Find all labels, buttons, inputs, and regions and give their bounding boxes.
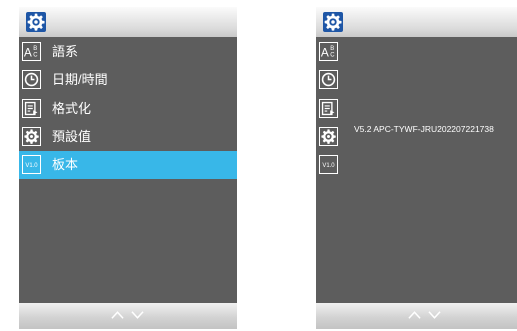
format-icon: [319, 99, 338, 118]
chevron-up-icon[interactable]: [408, 310, 421, 320]
chevron-down-icon[interactable]: [131, 310, 144, 320]
menu-item-version[interactable]: V1.0 板本: [19, 151, 237, 179]
svg-text:C: C: [33, 53, 38, 59]
gear-icon: [319, 127, 338, 146]
format-icon: [22, 99, 41, 118]
menu-item-datetime[interactable]: 日期/時間: [19, 66, 237, 94]
title-bar: [316, 7, 517, 37]
language-icon: ABC: [22, 42, 41, 61]
menu-item-label: 格式化: [52, 101, 92, 116]
svg-text:A: A: [321, 46, 329, 60]
menu-item-format[interactable]: 格式化: [19, 95, 237, 123]
menu-item-language[interactable]: ABC: [316, 38, 517, 66]
settings-screen-right: ABC V1.0 V5.2 APC-TYWF-JRU202207221738: [316, 7, 517, 329]
svg-text:A: A: [24, 46, 32, 60]
menu-item-label: 預設值: [52, 129, 92, 144]
menu-item-defaults[interactable]: 預設值: [19, 123, 237, 151]
svg-text:C: C: [330, 53, 335, 59]
menu-item-language[interactable]: ABC 語系: [19, 38, 237, 66]
version-icon-text: V1.0: [322, 163, 335, 169]
gear-icon: [22, 127, 41, 146]
bottom-nav-bar: [19, 303, 237, 329]
version-icon: V1.0: [22, 155, 41, 174]
svg-text:B: B: [33, 46, 37, 52]
version-icon-text: V1.0: [25, 163, 38, 169]
menu-item-version[interactable]: V1.0: [316, 151, 517, 179]
gear-icon[interactable]: [26, 12, 46, 32]
menu-item-label: 日期/時間: [52, 72, 108, 87]
clock-icon: [22, 70, 41, 89]
gear-icon[interactable]: [323, 12, 343, 32]
clock-icon: [319, 70, 338, 89]
menu-item-label: 語系: [52, 44, 79, 59]
settings-screen-left: ABC 語系 日期/時間 格式化 預設值 V1.0 板本: [19, 7, 237, 329]
menu-item-label: 板本: [52, 157, 79, 172]
version-icon: V1.0: [319, 155, 338, 174]
svg-text:B: B: [330, 46, 334, 52]
menu-item-datetime[interactable]: [316, 66, 517, 94]
chevron-down-icon[interactable]: [428, 310, 441, 320]
version-info-text: V5.2 APC-TYWF-JRU202207221738: [354, 124, 494, 134]
menu-item-format[interactable]: [316, 95, 517, 123]
title-bar: [19, 7, 237, 37]
chevron-up-icon[interactable]: [111, 310, 124, 320]
bottom-nav-bar: [316, 303, 517, 329]
language-icon: ABC: [319, 42, 338, 61]
